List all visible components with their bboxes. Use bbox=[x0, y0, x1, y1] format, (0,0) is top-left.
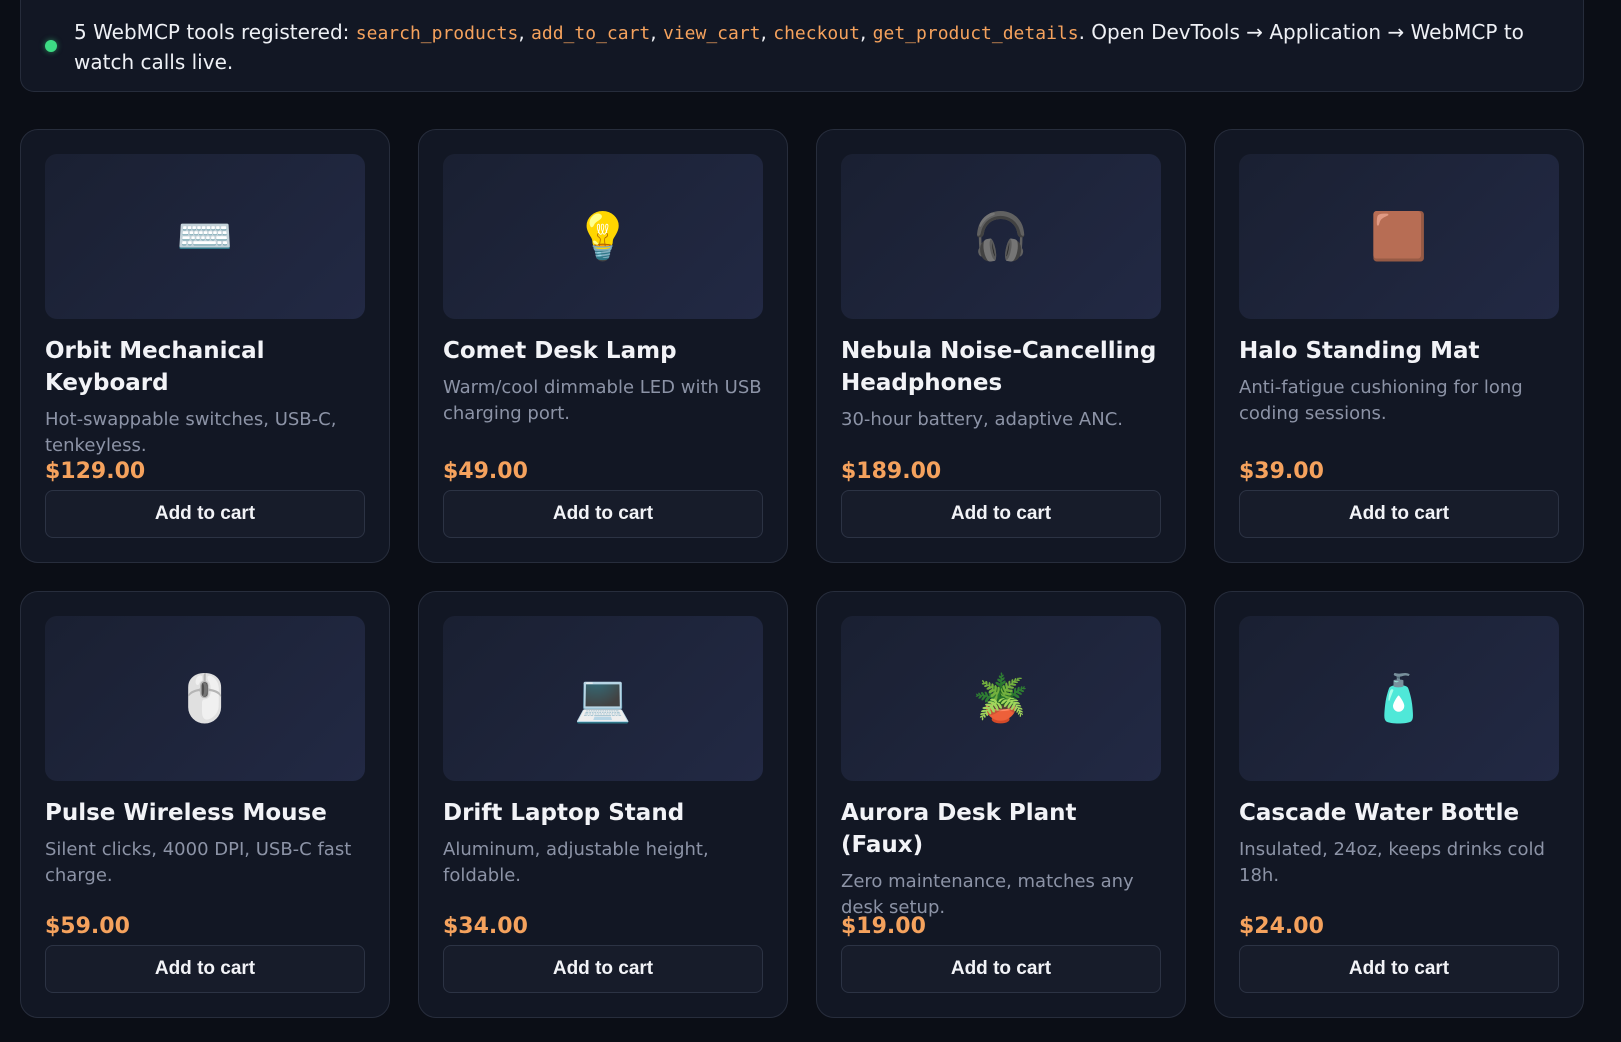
product-card: 🖱️ Pulse Wireless Mouse Silent clicks, 4… bbox=[20, 591, 390, 1018]
tool-name-view-cart: view_cart bbox=[662, 23, 761, 44]
product-name: Drift Laptop Stand bbox=[443, 800, 685, 826]
product-card: 💡 Comet Desk Lamp Warm/cool dimmable LED… bbox=[418, 129, 788, 563]
product-name: Nebula Noise-Cancelling Headphones bbox=[841, 338, 1157, 396]
laptop-icon: 💻 bbox=[443, 616, 763, 781]
add-to-cart-button[interactable]: Add to cart bbox=[1239, 945, 1559, 993]
add-to-cart-button[interactable]: Add to cart bbox=[443, 490, 763, 538]
product-card: 💻 Drift Laptop Stand Aluminum, adjustabl… bbox=[418, 591, 788, 1018]
product-price: $59.00 bbox=[45, 914, 130, 939]
product-card: 🎧 Nebula Noise-Cancelling Headphones 30-… bbox=[816, 129, 1186, 563]
tool-name-checkout: checkout bbox=[773, 23, 860, 44]
lightbulb-icon: 💡 bbox=[443, 154, 763, 319]
keyboard-icon: ⌨️ bbox=[45, 154, 365, 319]
product-name: Comet Desk Lamp bbox=[443, 338, 677, 364]
add-to-cart-button[interactable]: Add to cart bbox=[841, 490, 1161, 538]
add-to-cart-button[interactable]: Add to cart bbox=[443, 945, 763, 993]
product-card: ⌨️ Orbit Mechanical Keyboard Hot-swappab… bbox=[20, 129, 390, 563]
product-description: Aluminum, adjustable height, foldable. bbox=[443, 839, 709, 886]
product-grid: ⌨️ Orbit Mechanical Keyboard Hot-swappab… bbox=[20, 129, 1585, 1018]
bottle-icon: 🧴 bbox=[1239, 616, 1559, 781]
product-name: Orbit Mechanical Keyboard bbox=[45, 338, 265, 396]
product-name: Cascade Water Bottle bbox=[1239, 800, 1520, 826]
headphones-icon: 🎧 bbox=[841, 154, 1161, 319]
potted-plant-icon: 🪴 bbox=[841, 616, 1161, 781]
add-to-cart-button[interactable]: Add to cart bbox=[841, 945, 1161, 993]
product-price: $129.00 bbox=[45, 459, 146, 484]
product-price: $34.00 bbox=[443, 914, 528, 939]
webmcp-status-banner: 5 WebMCP tools registered: search_produc… bbox=[20, 0, 1584, 92]
mat-square-icon: 🟫 bbox=[1239, 154, 1559, 319]
product-price: $19.00 bbox=[841, 914, 926, 939]
banner-message: 5 WebMCP tools registered: search_produc… bbox=[74, 20, 1524, 74]
product-price: $24.00 bbox=[1239, 914, 1324, 939]
tool-name-get-product-details: get_product_details bbox=[872, 23, 1079, 44]
product-description: Hot-swappable switches, USB-C, tenkeyles… bbox=[45, 409, 337, 456]
product-price: $49.00 bbox=[443, 459, 528, 484]
mouse-icon: 🖱️ bbox=[45, 616, 365, 781]
tool-name-search-products: search_products bbox=[355, 23, 519, 44]
product-name: Aurora Desk Plant (Faux) bbox=[841, 800, 1077, 858]
product-price: $39.00 bbox=[1239, 459, 1324, 484]
product-card: 🟫 Halo Standing Mat Anti-fatigue cushion… bbox=[1214, 129, 1584, 563]
add-to-cart-button[interactable]: Add to cart bbox=[45, 945, 365, 993]
tool-name-add-to-cart: add_to_cart bbox=[531, 23, 651, 44]
product-name: Halo Standing Mat bbox=[1239, 338, 1480, 364]
product-description: Insulated, 24oz, keeps drinks cold 18h. bbox=[1239, 839, 1545, 886]
product-description: Silent clicks, 4000 DPI, USB-C fast char… bbox=[45, 839, 352, 886]
product-description: 30-hour battery, adaptive ANC. bbox=[841, 409, 1123, 430]
product-name: Pulse Wireless Mouse bbox=[45, 800, 327, 826]
product-description: Anti-fatigue cushioning for long coding … bbox=[1239, 377, 1523, 424]
product-card: 🧴 Cascade Water Bottle Insulated, 24oz, … bbox=[1214, 591, 1584, 1018]
add-to-cart-button[interactable]: Add to cart bbox=[1239, 490, 1559, 538]
product-price: $189.00 bbox=[841, 459, 942, 484]
status-indicator-icon bbox=[45, 40, 57, 52]
add-to-cart-button[interactable]: Add to cart bbox=[45, 490, 365, 538]
product-card: 🪴 Aurora Desk Plant (Faux) Zero maintena… bbox=[816, 591, 1186, 1018]
product-description: Warm/cool dimmable LED with USB charging… bbox=[443, 377, 762, 424]
tool-count-text: 5 WebMCP tools registered: bbox=[74, 20, 356, 44]
